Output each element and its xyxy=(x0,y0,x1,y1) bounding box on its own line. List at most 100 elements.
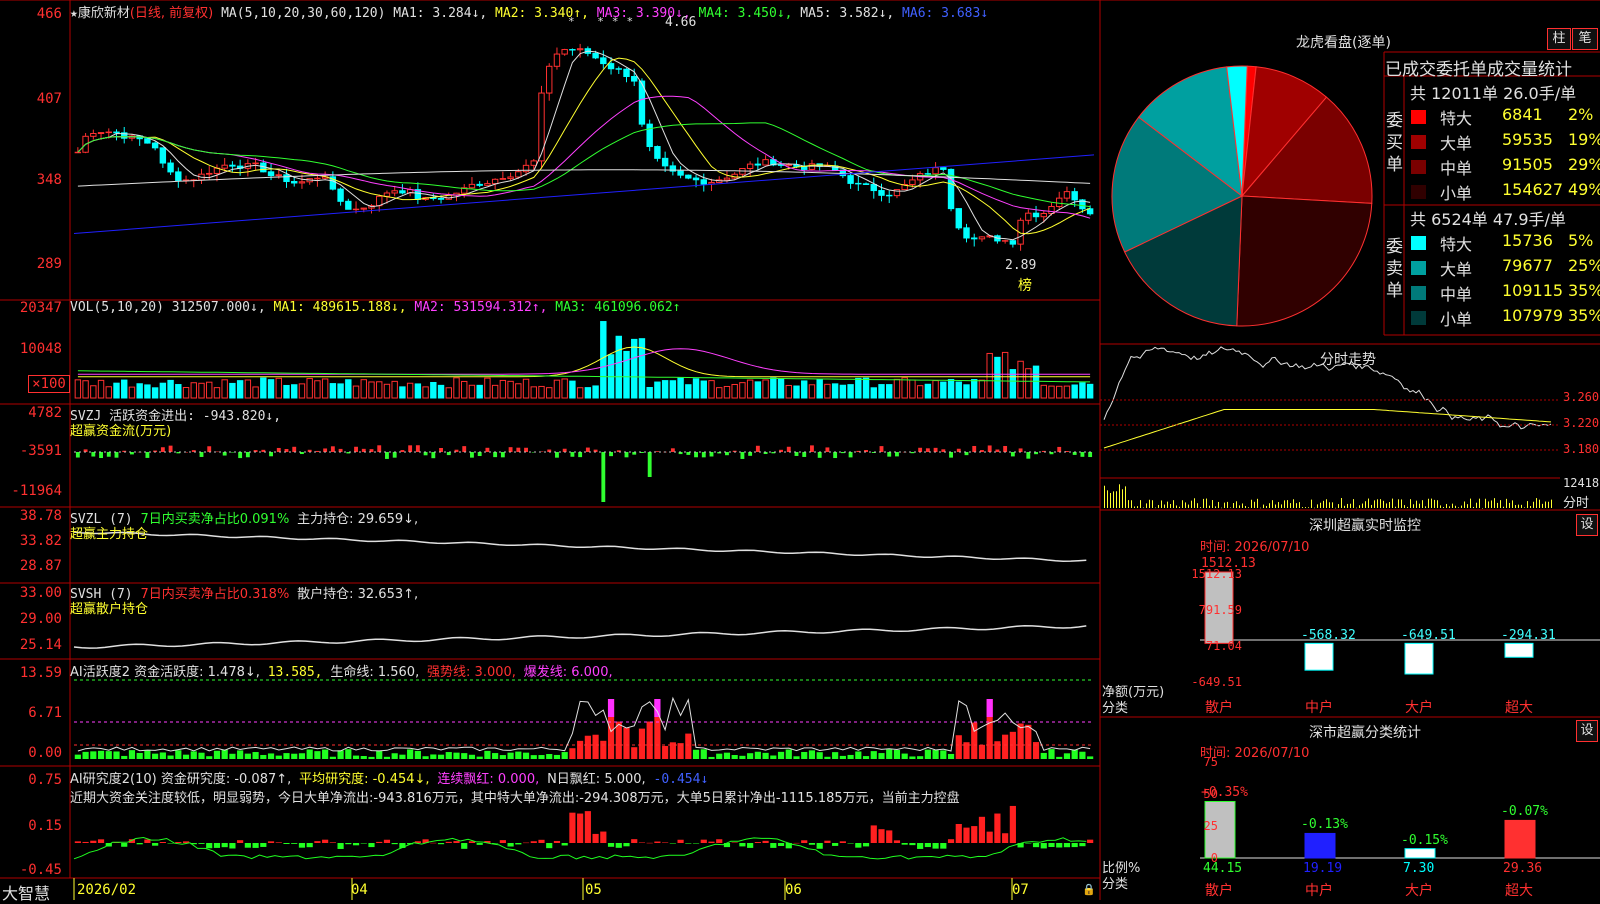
fenshi-vol-bar xyxy=(1524,507,1525,508)
candle-body xyxy=(692,177,700,181)
buy-row-pct: 29% xyxy=(1568,155,1600,174)
candle-body xyxy=(267,171,275,177)
classify-category: 散户 xyxy=(1205,883,1233,899)
kline-chart-canvas[interactable] xyxy=(0,0,1600,900)
volume-bar xyxy=(314,380,321,399)
ma-line xyxy=(77,95,1091,219)
monitor-bar xyxy=(1304,642,1334,671)
activity-bar xyxy=(538,755,545,759)
fenshi-vol-bar xyxy=(1548,501,1549,508)
research-bar xyxy=(360,843,367,844)
activity-bar xyxy=(770,755,777,759)
fenshi-vol-bar xyxy=(1122,489,1123,508)
volume-bar xyxy=(661,380,669,399)
fund-flow-bar xyxy=(1018,448,1023,452)
research-bar xyxy=(839,841,846,843)
volume-bar xyxy=(368,381,375,399)
star-icon[interactable]: ★ xyxy=(70,6,78,21)
research-bar xyxy=(963,827,970,843)
research-bar xyxy=(878,829,885,843)
volume-bar xyxy=(499,379,507,399)
classify-axis-label: 75 xyxy=(1203,755,1218,769)
fund-flow-bar xyxy=(238,452,243,459)
activity-bar xyxy=(399,754,406,759)
period-label[interactable]: (日线, 前复权) xyxy=(130,6,213,21)
ai2-nred: N日飘红: 5.000, xyxy=(547,772,646,787)
activity-bar xyxy=(368,756,375,759)
volume-bar xyxy=(971,379,978,399)
candle-body xyxy=(607,63,615,70)
volume-bar xyxy=(631,338,638,399)
volume-bar xyxy=(553,379,561,399)
fenshi-vol-bar xyxy=(1323,500,1324,508)
activity-bar xyxy=(646,721,653,759)
sell-row-vol: 15736 xyxy=(1502,231,1553,250)
activity-bar xyxy=(832,752,839,759)
volume-bar xyxy=(507,380,514,399)
vol-unit-button[interactable]: ×100 xyxy=(28,375,70,393)
research-bar xyxy=(716,839,723,843)
volume-bar xyxy=(182,387,190,399)
activity-bar xyxy=(1040,752,1047,759)
fund-flow-bar xyxy=(555,452,559,458)
fund-flow-bar xyxy=(408,445,413,452)
research-bar xyxy=(538,839,545,843)
candle-body xyxy=(345,200,352,210)
fenshi-vol-bar xyxy=(1386,503,1387,508)
fenshi-vol-bar xyxy=(1401,499,1402,508)
ai2-axis-label: 0.15 xyxy=(28,818,62,834)
fund-flow-bar xyxy=(987,445,992,452)
research-bar xyxy=(569,812,576,843)
fund-flow-bar xyxy=(786,446,791,452)
longhubang-mark[interactable]: 榜 xyxy=(1018,275,1032,295)
candle-body xyxy=(97,132,105,134)
volume-bar xyxy=(437,384,445,399)
monitor-settings-button[interactable]: 设 xyxy=(1576,514,1598,536)
volume-bar xyxy=(862,377,870,399)
fenshi-vol-bar xyxy=(1245,505,1246,508)
research-bar xyxy=(978,816,986,843)
fund-flow-bar xyxy=(168,445,173,452)
stock-name[interactable]: 康欣新材 xyxy=(78,6,130,21)
activity-bar xyxy=(1017,723,1024,759)
activity-bar xyxy=(314,751,321,759)
research-bar xyxy=(793,842,800,844)
fund-flow-bar xyxy=(524,447,528,452)
volume-bar xyxy=(136,383,143,399)
volume-bar xyxy=(1086,383,1094,399)
volume-bar xyxy=(252,386,259,399)
tick-mode-button[interactable]: 笔 xyxy=(1572,28,1598,50)
research-bar xyxy=(453,841,460,843)
volume-bar xyxy=(1048,385,1055,399)
lock-icon[interactable]: 🔒 xyxy=(1082,883,1096,896)
activity-bar xyxy=(700,749,707,759)
candle-body xyxy=(182,179,190,181)
fund-flow-bar xyxy=(833,452,838,459)
sell-row-name: 小单 xyxy=(1440,310,1473,329)
fenshi-vol-bar xyxy=(1320,502,1321,508)
fenshi-vol-bar xyxy=(1506,498,1507,508)
activity-bar xyxy=(260,754,267,759)
volume-bar xyxy=(90,385,97,399)
volume-bar xyxy=(770,377,777,399)
candle-body xyxy=(90,132,97,137)
volume-bar xyxy=(546,387,553,399)
price-axis-label: 348 xyxy=(36,172,62,188)
activity-bar xyxy=(468,754,476,759)
activity-bar xyxy=(561,752,568,759)
classify-settings-button[interactable]: 设 xyxy=(1576,720,1598,742)
activity-bar xyxy=(994,741,1001,759)
research-bar xyxy=(1048,843,1055,847)
ma-line xyxy=(77,57,1091,235)
fenshi-vol-bar xyxy=(1446,503,1447,508)
volume-bar xyxy=(700,380,707,399)
bar-mode-button[interactable]: 柱 xyxy=(1547,28,1571,50)
fenshi-vol-bar xyxy=(1200,507,1201,508)
fenshi-vol-bar xyxy=(1530,506,1531,508)
activity-bar xyxy=(901,753,908,759)
activity-bar xyxy=(762,752,769,759)
research-bar xyxy=(1002,833,1009,843)
buy-row-pct: 19% xyxy=(1568,130,1600,149)
fund-flow-bar xyxy=(570,452,575,457)
brand-label[interactable]: 大智慧 xyxy=(2,880,50,904)
